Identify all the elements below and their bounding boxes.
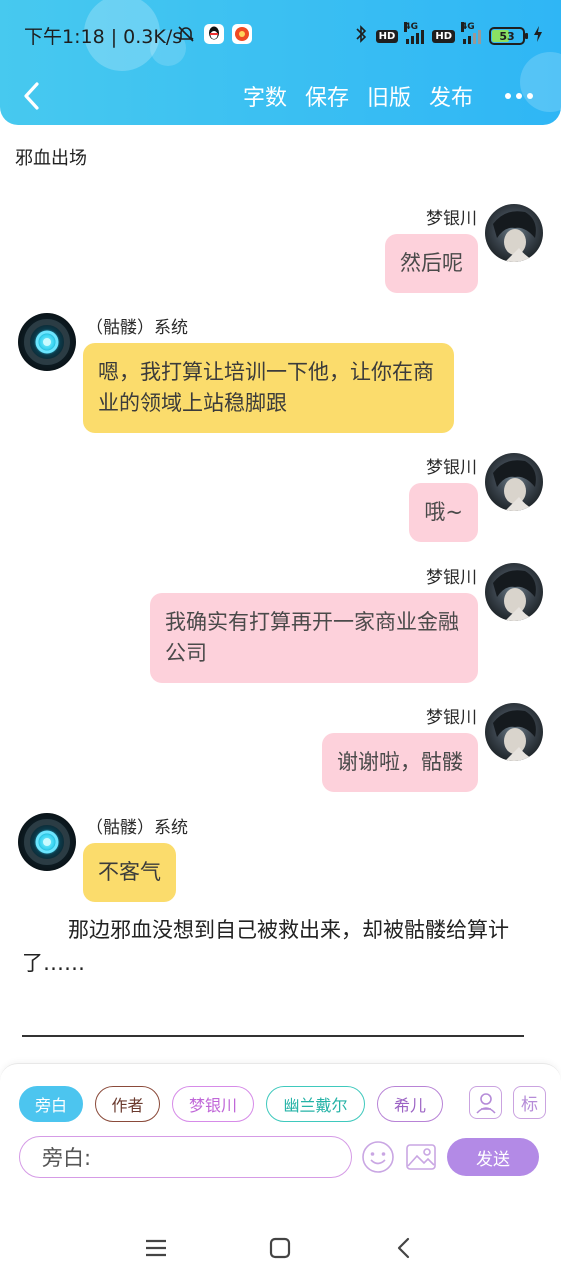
chip-narration[interactable]: 旁白: [19, 1086, 83, 1122]
input-value: 旁白:: [42, 1146, 92, 1170]
speaker-name: 梦银川: [426, 209, 477, 229]
system-avatar[interactable]: [18, 313, 76, 371]
clock: 下午1:18: [24, 26, 105, 48]
speaker-name: 梦银川: [426, 458, 477, 478]
home-button[interactable]: [265, 1233, 295, 1263]
hd-badge: HD: [375, 29, 399, 43]
speaker-name: 梦银川: [426, 708, 477, 728]
chat-bubble[interactable]: 嗯，我打算让培训一下他，让你在商业的领域上站稳脚跟: [83, 343, 454, 433]
tag-icon: 标: [521, 1095, 538, 1115]
bluetooth-icon: [354, 24, 368, 48]
chat-bubble[interactable]: 谢谢啦，骷髅: [322, 733, 478, 792]
system-avatar[interactable]: [18, 813, 76, 871]
menu-button[interactable]: [141, 1233, 171, 1263]
chip-character[interactable]: 梦银川: [172, 1086, 254, 1122]
app-notification-icon: [232, 24, 252, 44]
old-version-button[interactable]: 旧版: [367, 80, 411, 112]
word-count-button[interactable]: 字数: [243, 80, 287, 112]
character-portrait-icon: [493, 710, 543, 761]
chat-bubble[interactable]: 不客气: [83, 843, 176, 902]
qq-icon: [204, 24, 224, 44]
separator: |: [110, 26, 124, 48]
system-nav-bar: [0, 1213, 561, 1280]
chip-author[interactable]: 作者: [95, 1086, 160, 1122]
character-portrait-icon: [493, 570, 543, 621]
hamburger-icon: [146, 1239, 166, 1257]
character-portrait-icon: [493, 460, 543, 511]
mute-bell-icon: [176, 24, 196, 44]
image-button[interactable]: [404, 1140, 438, 1174]
smiley-icon: [362, 1141, 394, 1173]
user-avatar[interactable]: [485, 563, 543, 621]
chat-bubble[interactable]: 哦~: [409, 483, 478, 542]
notification-icons: [176, 24, 252, 44]
status-bar: 下午1:18 | 0.3K/s HD 4G HD 4G 53: [0, 0, 561, 70]
nav-row: 字数 保存 旧版 发布: [0, 70, 561, 122]
network-speed: 0.3K/s: [123, 26, 183, 48]
header: 下午1:18 | 0.3K/s HD 4G HD 4G 53 字数 保存 旧版 …: [0, 0, 561, 125]
charging-icon: [533, 26, 543, 46]
battery-icon: 53: [489, 27, 528, 45]
system-back-button[interactable]: [389, 1233, 419, 1263]
narration-text[interactable]: 那边邪血没想到自己被救出来，却被骷髅给算计了……: [22, 914, 537, 980]
user-avatar[interactable]: [485, 453, 543, 511]
person-icon: [475, 1092, 496, 1114]
emoji-button[interactable]: [361, 1140, 395, 1174]
send-button[interactable]: 发送: [447, 1138, 539, 1176]
image-icon: [406, 1144, 436, 1170]
back-button[interactable]: [14, 76, 50, 116]
more-options-button[interactable]: [491, 93, 533, 99]
network-type-label: 4G: [461, 22, 475, 32]
chat-bubble[interactable]: 然后呢: [385, 234, 478, 293]
publish-button[interactable]: 发布: [429, 80, 473, 112]
tag-button[interactable]: 标: [513, 1086, 546, 1119]
chat-bubble[interactable]: 我确实有打算再开一家商业金融公司: [150, 593, 478, 683]
status-time: 下午1:18 | 0.3K/s: [24, 22, 182, 49]
hd-badge: HD: [432, 29, 455, 43]
app-root: 下午1:18 | 0.3K/s HD 4G HD 4G 53 字数 保存 旧版 …: [0, 0, 561, 1280]
character-portrait-icon: [493, 211, 543, 262]
divider: [22, 1035, 524, 1037]
character-manage-button[interactable]: [469, 1086, 502, 1119]
message-input[interactable]: 旁白:: [19, 1136, 352, 1178]
signal-icon: 4G: [404, 22, 425, 44]
system-status-icons: HD 4G HD 4G 53: [354, 22, 543, 48]
signal-icon: 4G: [461, 22, 481, 44]
chevron-left-icon: [24, 82, 39, 110]
skull-system-icon: [24, 319, 70, 365]
compose-toolbar: 旁白 作者 梦银川 幽兰戴尔 希儿 标 旁白: 发送: [0, 1063, 561, 1213]
square-icon: [269, 1237, 291, 1259]
chapter-title: 邪血出场: [15, 148, 87, 169]
user-avatar[interactable]: [485, 204, 543, 262]
user-avatar[interactable]: [485, 703, 543, 761]
network-type-label: 4G: [404, 22, 418, 32]
header-actions: 字数 保存 旧版 发布: [243, 80, 533, 112]
speaker-name: （骷髅）系统: [86, 818, 188, 838]
battery-level: 53: [499, 29, 515, 43]
chip-character[interactable]: 希儿: [377, 1086, 443, 1122]
chip-character[interactable]: 幽兰戴尔: [266, 1086, 365, 1122]
speaker-name: （骷髅）系统: [86, 318, 188, 338]
speaker-name: 梦银川: [426, 568, 477, 588]
role-chips: 旁白 作者 梦银川 幽兰戴尔 希儿: [19, 1086, 443, 1122]
chevron-left-icon: [397, 1237, 410, 1259]
skull-system-icon: [24, 819, 70, 865]
save-button[interactable]: 保存: [305, 80, 349, 112]
